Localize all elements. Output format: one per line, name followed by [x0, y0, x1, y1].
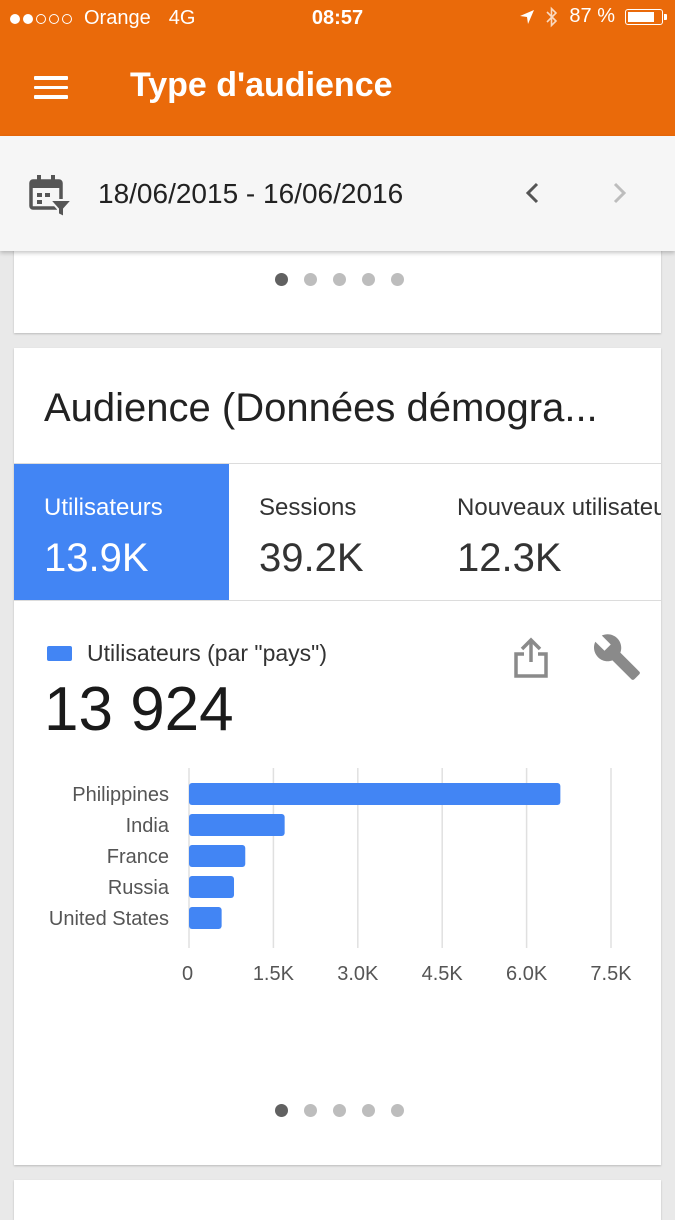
card-title: Audience (Données démogra... — [44, 386, 598, 430]
status-bar: Orange 4G 08:57 87 % — [0, 0, 675, 38]
pager-dot[interactable] — [304, 273, 317, 286]
tab-value: 12.3K — [457, 536, 562, 580]
bar[interactable] — [189, 876, 235, 898]
chart-legend: Utilisateurs (par "pays") — [47, 640, 327, 667]
tab-users[interactable]: Utilisateurs 13.9K — [14, 464, 229, 600]
category-label: Philippines — [72, 784, 169, 806]
tab-sessions[interactable]: Sessions 39.2K — [229, 464, 429, 600]
x-tick-label: 0 — [182, 963, 193, 985]
pager-dot[interactable] — [275, 273, 288, 286]
category-label: India — [126, 815, 170, 837]
total-value: 13 924 — [44, 675, 234, 744]
x-tick-label: 4.5K — [422, 963, 464, 985]
tab-label: Utilisateurs — [44, 494, 163, 521]
bar[interactable] — [189, 907, 222, 929]
x-tick-label: 6.0K — [506, 963, 548, 985]
battery-icon — [625, 8, 667, 25]
card-pager[interactable] — [275, 1104, 404, 1117]
x-tick-label: 7.5K — [590, 963, 632, 985]
status-right: 87 % — [519, 5, 667, 28]
pager-dot[interactable] — [362, 273, 375, 286]
date-range[interactable]: 18/06/2015 - 16/06/2016 — [98, 178, 403, 210]
tab-value: 39.2K — [259, 536, 364, 580]
share-icon[interactable] — [511, 636, 551, 680]
bar[interactable] — [189, 783, 561, 805]
battery-percent: 87 % — [569, 5, 615, 27]
page-title: Type d'audience — [130, 66, 393, 104]
calendar-filter-icon[interactable] — [28, 174, 74, 218]
previous-period-button[interactable] — [518, 176, 548, 210]
wrench-icon[interactable] — [592, 632, 642, 682]
metric-tabs: Utilisateurs 13.9K Sessions 39.2K Nouvea… — [14, 463, 661, 601]
category-label: France — [107, 846, 169, 868]
pager-dot[interactable] — [391, 273, 404, 286]
tab-new-users[interactable]: Nouveaux utilisateurs 12.3K — [427, 464, 661, 600]
card-pager[interactable] — [275, 273, 404, 286]
bluetooth-icon — [546, 6, 558, 27]
pager-dot[interactable] — [362, 1104, 375, 1117]
bar[interactable] — [189, 845, 246, 867]
next-period-button[interactable] — [604, 176, 634, 210]
country-bar-chart: 0 1.5K 3.0K 4.5K 6.0K 7.5K Philippines India Fra… — [49, 768, 632, 985]
pager-dot[interactable] — [304, 1104, 317, 1117]
pager-dot[interactable] — [333, 1104, 346, 1117]
pager-dot[interactable] — [333, 273, 346, 286]
audience-card: Audience (Données démogra... Utilisateur… — [14, 348, 661, 1165]
pager-dot[interactable] — [275, 1104, 288, 1117]
x-tick-label: 1.5K — [253, 963, 295, 985]
x-tick-label: 3.0K — [337, 963, 379, 985]
tab-label: Sessions — [259, 494, 357, 521]
category-label: United States — [49, 908, 169, 930]
tab-value: 13.9K — [44, 536, 149, 580]
bar[interactable] — [189, 814, 285, 836]
next-card — [14, 1180, 661, 1220]
category-label: Russia — [108, 877, 170, 899]
menu-icon[interactable] — [34, 76, 68, 100]
legend-swatch — [47, 646, 72, 661]
app-bar: Type d'audience — [0, 38, 675, 136]
pager-dot[interactable] — [391, 1104, 404, 1117]
date-range-bar: 18/06/2015 - 16/06/2016 — [0, 136, 675, 251]
tab-label: Nouveaux utilisateurs — [457, 494, 661, 521]
location-arrow-icon — [520, 9, 535, 24]
legend-label: Utilisateurs (par "pays") — [87, 640, 328, 666]
